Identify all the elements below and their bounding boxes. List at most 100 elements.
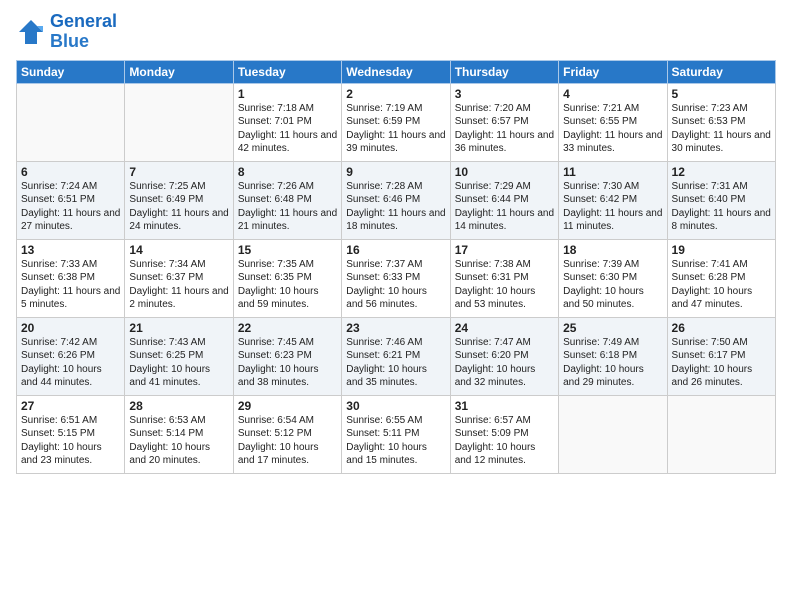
calendar-cell: 12Sunrise: 7:31 AM Sunset: 6:40 PM Dayli… — [667, 161, 775, 239]
cell-content: Sunrise: 7:21 AM Sunset: 6:55 PM Dayligh… — [563, 102, 662, 156]
cell-content: Sunrise: 7:26 AM Sunset: 6:48 PM Dayligh… — [238, 180, 337, 234]
cell-content: Sunrise: 7:29 AM Sunset: 6:44 PM Dayligh… — [455, 180, 554, 234]
calendar-row-1: 6Sunrise: 7:24 AM Sunset: 6:51 PM Daylig… — [17, 161, 776, 239]
calendar-cell: 21Sunrise: 7:43 AM Sunset: 6:25 PM Dayli… — [125, 317, 233, 395]
cell-content: Sunrise: 6:57 AM Sunset: 5:09 PM Dayligh… — [455, 414, 554, 468]
cell-content: Sunrise: 7:33 AM Sunset: 6:38 PM Dayligh… — [21, 258, 120, 312]
weekday-header-monday: Monday — [125, 60, 233, 83]
day-number: 5 — [672, 87, 771, 101]
cell-content: Sunrise: 7:49 AM Sunset: 6:18 PM Dayligh… — [563, 336, 662, 390]
cell-content: Sunrise: 7:39 AM Sunset: 6:30 PM Dayligh… — [563, 258, 662, 312]
calendar-cell: 25Sunrise: 7:49 AM Sunset: 6:18 PM Dayli… — [559, 317, 667, 395]
day-number: 28 — [129, 399, 228, 413]
cell-content: Sunrise: 7:35 AM Sunset: 6:35 PM Dayligh… — [238, 258, 337, 312]
day-number: 8 — [238, 165, 337, 179]
calendar-cell: 13Sunrise: 7:33 AM Sunset: 6:38 PM Dayli… — [17, 239, 125, 317]
cell-content: Sunrise: 7:31 AM Sunset: 6:40 PM Dayligh… — [672, 180, 771, 234]
day-number: 1 — [238, 87, 337, 101]
day-number: 12 — [672, 165, 771, 179]
calendar-cell: 2Sunrise: 7:19 AM Sunset: 6:59 PM Daylig… — [342, 83, 450, 161]
day-number: 29 — [238, 399, 337, 413]
day-number: 25 — [563, 321, 662, 335]
calendar-cell: 11Sunrise: 7:30 AM Sunset: 6:42 PM Dayli… — [559, 161, 667, 239]
day-number: 13 — [21, 243, 120, 257]
calendar-cell: 4Sunrise: 7:21 AM Sunset: 6:55 PM Daylig… — [559, 83, 667, 161]
calendar-cell: 15Sunrise: 7:35 AM Sunset: 6:35 PM Dayli… — [233, 239, 341, 317]
day-number: 19 — [672, 243, 771, 257]
calendar-cell: 8Sunrise: 7:26 AM Sunset: 6:48 PM Daylig… — [233, 161, 341, 239]
cell-content: Sunrise: 7:25 AM Sunset: 6:49 PM Dayligh… — [129, 180, 228, 234]
weekday-header-wednesday: Wednesday — [342, 60, 450, 83]
cell-content: Sunrise: 6:51 AM Sunset: 5:15 PM Dayligh… — [21, 414, 120, 468]
calendar-cell: 16Sunrise: 7:37 AM Sunset: 6:33 PM Dayli… — [342, 239, 450, 317]
cell-content: Sunrise: 7:24 AM Sunset: 6:51 PM Dayligh… — [21, 180, 120, 234]
weekday-header-friday: Friday — [559, 60, 667, 83]
calendar-cell: 29Sunrise: 6:54 AM Sunset: 5:12 PM Dayli… — [233, 395, 341, 473]
calendar-cell: 6Sunrise: 7:24 AM Sunset: 6:51 PM Daylig… — [17, 161, 125, 239]
header: General Blue — [16, 12, 776, 52]
calendar-cell: 27Sunrise: 6:51 AM Sunset: 5:15 PM Dayli… — [17, 395, 125, 473]
calendar-cell — [559, 395, 667, 473]
day-number: 11 — [563, 165, 662, 179]
calendar-cell: 17Sunrise: 7:38 AM Sunset: 6:31 PM Dayli… — [450, 239, 558, 317]
cell-content: Sunrise: 6:55 AM Sunset: 5:11 PM Dayligh… — [346, 414, 445, 468]
calendar-row-2: 13Sunrise: 7:33 AM Sunset: 6:38 PM Dayli… — [17, 239, 776, 317]
cell-content: Sunrise: 7:38 AM Sunset: 6:31 PM Dayligh… — [455, 258, 554, 312]
weekday-header-thursday: Thursday — [450, 60, 558, 83]
calendar-cell: 7Sunrise: 7:25 AM Sunset: 6:49 PM Daylig… — [125, 161, 233, 239]
day-number: 17 — [455, 243, 554, 257]
cell-content: Sunrise: 6:54 AM Sunset: 5:12 PM Dayligh… — [238, 414, 337, 468]
cell-content: Sunrise: 7:23 AM Sunset: 6:53 PM Dayligh… — [672, 102, 771, 156]
cell-content: Sunrise: 7:18 AM Sunset: 7:01 PM Dayligh… — [238, 102, 337, 156]
day-number: 26 — [672, 321, 771, 335]
calendar-row-0: 1Sunrise: 7:18 AM Sunset: 7:01 PM Daylig… — [17, 83, 776, 161]
calendar-cell: 23Sunrise: 7:46 AM Sunset: 6:21 PM Dayli… — [342, 317, 450, 395]
calendar-cell: 5Sunrise: 7:23 AM Sunset: 6:53 PM Daylig… — [667, 83, 775, 161]
calendar-table: SundayMondayTuesdayWednesdayThursdayFrid… — [16, 60, 776, 474]
calendar-row-3: 20Sunrise: 7:42 AM Sunset: 6:26 PM Dayli… — [17, 317, 776, 395]
day-number: 10 — [455, 165, 554, 179]
cell-content: Sunrise: 7:45 AM Sunset: 6:23 PM Dayligh… — [238, 336, 337, 390]
day-number: 3 — [455, 87, 554, 101]
calendar-cell — [667, 395, 775, 473]
calendar-cell: 14Sunrise: 7:34 AM Sunset: 6:37 PM Dayli… — [125, 239, 233, 317]
logo-text: General Blue — [50, 12, 117, 52]
day-number: 23 — [346, 321, 445, 335]
cell-content: Sunrise: 7:47 AM Sunset: 6:20 PM Dayligh… — [455, 336, 554, 390]
cell-content: Sunrise: 7:30 AM Sunset: 6:42 PM Dayligh… — [563, 180, 662, 234]
day-number: 16 — [346, 243, 445, 257]
calendar-cell: 24Sunrise: 7:47 AM Sunset: 6:20 PM Dayli… — [450, 317, 558, 395]
calendar-cell: 28Sunrise: 6:53 AM Sunset: 5:14 PM Dayli… — [125, 395, 233, 473]
calendar-cell: 20Sunrise: 7:42 AM Sunset: 6:26 PM Dayli… — [17, 317, 125, 395]
calendar-cell: 30Sunrise: 6:55 AM Sunset: 5:11 PM Dayli… — [342, 395, 450, 473]
weekday-header-saturday: Saturday — [667, 60, 775, 83]
day-number: 9 — [346, 165, 445, 179]
cell-content: Sunrise: 7:19 AM Sunset: 6:59 PM Dayligh… — [346, 102, 445, 156]
calendar-cell: 18Sunrise: 7:39 AM Sunset: 6:30 PM Dayli… — [559, 239, 667, 317]
calendar-cell: 31Sunrise: 6:57 AM Sunset: 5:09 PM Dayli… — [450, 395, 558, 473]
calendar-cell: 19Sunrise: 7:41 AM Sunset: 6:28 PM Dayli… — [667, 239, 775, 317]
calendar-cell: 10Sunrise: 7:29 AM Sunset: 6:44 PM Dayli… — [450, 161, 558, 239]
day-number: 27 — [21, 399, 120, 413]
calendar-cell: 1Sunrise: 7:18 AM Sunset: 7:01 PM Daylig… — [233, 83, 341, 161]
calendar-cell: 26Sunrise: 7:50 AM Sunset: 6:17 PM Dayli… — [667, 317, 775, 395]
cell-content: Sunrise: 7:37 AM Sunset: 6:33 PM Dayligh… — [346, 258, 445, 312]
day-number: 22 — [238, 321, 337, 335]
logo: General Blue — [16, 12, 117, 52]
calendar-cell: 9Sunrise: 7:28 AM Sunset: 6:46 PM Daylig… — [342, 161, 450, 239]
calendar-cell — [125, 83, 233, 161]
day-number: 20 — [21, 321, 120, 335]
calendar-row-4: 27Sunrise: 6:51 AM Sunset: 5:15 PM Dayli… — [17, 395, 776, 473]
logo-icon — [16, 17, 46, 47]
day-number: 24 — [455, 321, 554, 335]
day-number: 15 — [238, 243, 337, 257]
cell-content: Sunrise: 7:46 AM Sunset: 6:21 PM Dayligh… — [346, 336, 445, 390]
calendar-cell: 3Sunrise: 7:20 AM Sunset: 6:57 PM Daylig… — [450, 83, 558, 161]
weekday-header-tuesday: Tuesday — [233, 60, 341, 83]
cell-content: Sunrise: 7:50 AM Sunset: 6:17 PM Dayligh… — [672, 336, 771, 390]
cell-content: Sunrise: 7:43 AM Sunset: 6:25 PM Dayligh… — [129, 336, 228, 390]
day-number: 4 — [563, 87, 662, 101]
day-number: 21 — [129, 321, 228, 335]
day-number: 31 — [455, 399, 554, 413]
cell-content: Sunrise: 7:34 AM Sunset: 6:37 PM Dayligh… — [129, 258, 228, 312]
